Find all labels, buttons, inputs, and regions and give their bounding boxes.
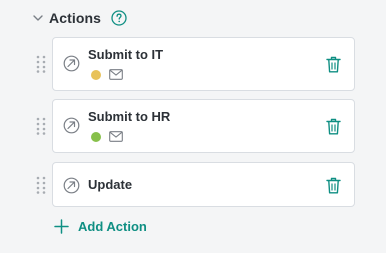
action-card[interactable]: Submit to HR — [52, 99, 355, 153]
mail-icon — [109, 69, 123, 80]
action-meta — [91, 131, 123, 142]
action-meta — [91, 69, 123, 80]
action-arrow-circle-icon — [63, 55, 80, 72]
help-circle-icon[interactable] — [111, 10, 127, 26]
trash-icon[interactable] — [326, 118, 341, 135]
status-dot — [91, 69, 101, 80]
action-card[interactable]: Submit to IT — [52, 37, 355, 91]
mail-icon — [109, 131, 123, 142]
drag-handle-icon[interactable] — [36, 176, 46, 194]
add-action-label: Add Action — [78, 219, 147, 234]
action-title: Submit to HR — [88, 109, 171, 124]
actions-panel: Actions Submit to IT Submit to HR Update… — [0, 0, 386, 253]
plus-icon — [54, 219, 69, 234]
action-row: Submit to IT — [0, 37, 386, 93]
action-row: Update — [0, 162, 386, 218]
drag-handle-icon[interactable] — [36, 117, 46, 135]
drag-handle-icon[interactable] — [36, 55, 46, 73]
action-row: Submit to HR — [0, 99, 386, 155]
add-action-button[interactable]: Add Action — [54, 219, 147, 234]
action-title: Update — [88, 177, 133, 192]
action-arrow-circle-icon — [63, 117, 80, 134]
section-title: Actions — [49, 10, 102, 26]
actions-section-header[interactable]: Actions — [31, 8, 127, 28]
action-arrow-circle-icon — [63, 177, 80, 194]
trash-icon[interactable] — [326, 177, 341, 194]
chevron-down-icon[interactable] — [31, 11, 45, 25]
trash-icon[interactable] — [326, 56, 341, 73]
action-card[interactable]: Update — [52, 162, 355, 207]
status-dot — [91, 131, 101, 142]
action-title: Submit to IT — [88, 47, 164, 62]
